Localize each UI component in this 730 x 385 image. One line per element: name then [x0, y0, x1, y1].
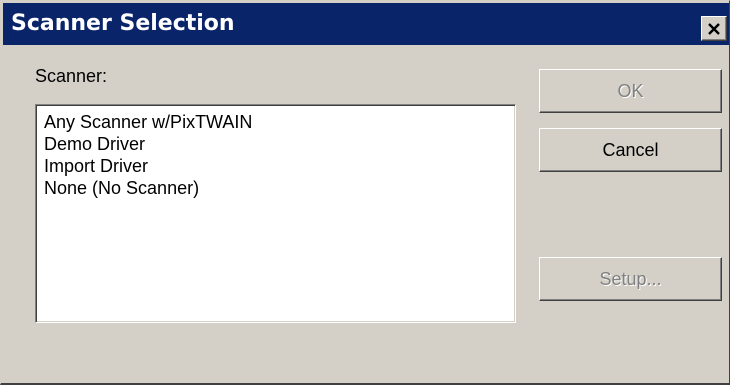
list-item-none[interactable]: None (No Scanner): [42, 177, 515, 199]
close-icon: [707, 22, 721, 35]
list-item-import-driver[interactable]: Import Driver: [42, 155, 515, 177]
scanner-selection-dialog: Scanner Selection Scanner: Any Scanner w…: [0, 0, 730, 385]
list-item-any-scanner[interactable]: Any Scanner w/PixTWAIN: [42, 111, 515, 133]
cancel-button[interactable]: Cancel: [539, 128, 722, 172]
scanner-label: Scanner:: [35, 66, 108, 86]
setup-button[interactable]: Setup...: [539, 257, 722, 301]
title-bar[interactable]: Scanner Selection: [3, 3, 729, 45]
list-item-demo-driver[interactable]: Demo Driver: [42, 133, 515, 155]
window-title: Scanner Selection: [11, 11, 235, 36]
scanner-listbox[interactable]: Any Scanner w/PixTWAIN Demo Driver Impor…: [35, 104, 516, 323]
close-button[interactable]: [701, 16, 727, 41]
ok-button[interactable]: OK: [539, 69, 722, 113]
